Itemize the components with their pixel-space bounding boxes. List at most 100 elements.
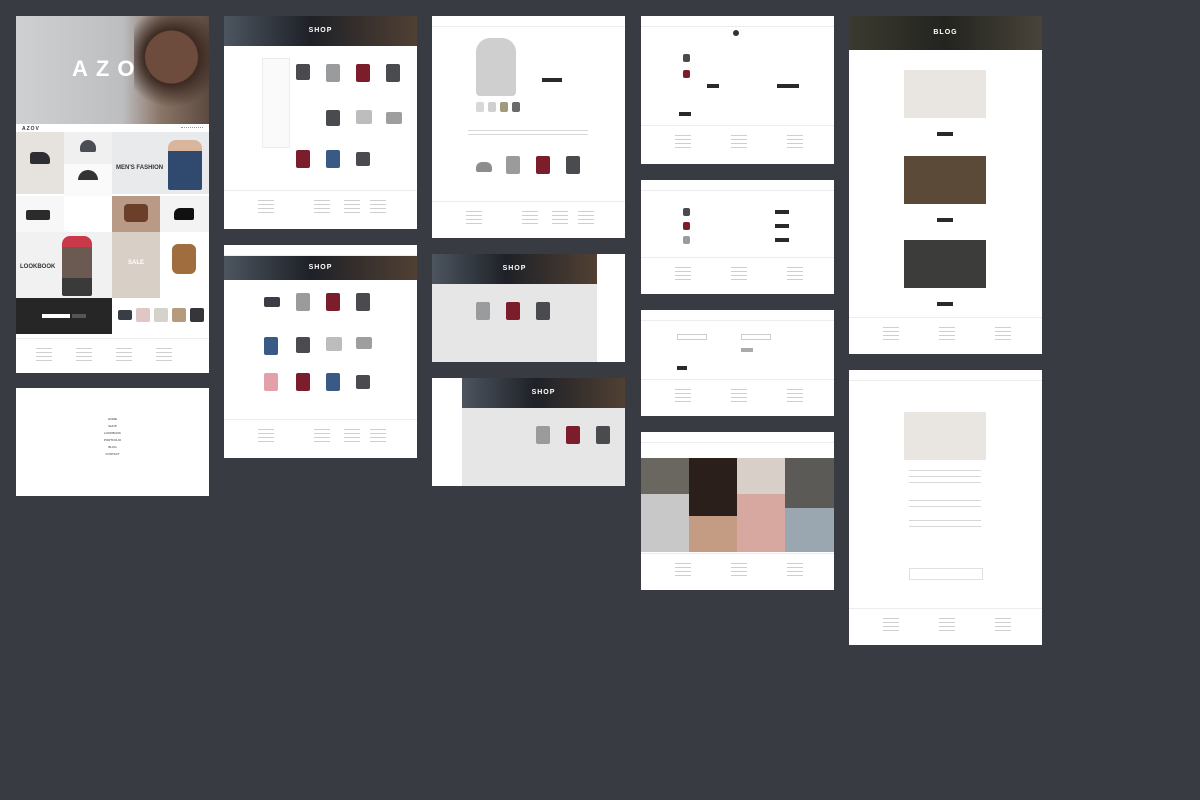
product-thumb[interactable] — [356, 110, 372, 124]
menu-item-portfolio[interactable]: PORTFOLIO — [16, 437, 209, 444]
product-thumb[interactable] — [296, 150, 310, 168]
newsletter-input[interactable] — [42, 314, 70, 318]
product-thumb[interactable] — [536, 426, 550, 444]
shop-filter-sidebar[interactable] — [262, 58, 290, 148]
portfolio-photo[interactable] — [641, 458, 689, 494]
blog-post-board[interactable] — [849, 370, 1042, 645]
portfolio-photo[interactable] — [785, 458, 834, 508]
related-product[interactable] — [506, 156, 520, 174]
product-thumb[interactable] — [296, 293, 310, 311]
product-thumb[interactable] — [326, 110, 340, 126]
featured-product[interactable] — [118, 310, 132, 320]
related-product[interactable] — [566, 156, 580, 174]
add-to-cart-button[interactable] — [775, 224, 789, 228]
tile-gloves[interactable] — [112, 196, 160, 232]
tile-lookbook[interactable]: LOOKBOOK — [16, 232, 112, 298]
related-product[interactable] — [536, 156, 550, 174]
product-thumb[interactable] — [596, 426, 610, 444]
product-thumb[interactable] — [326, 337, 342, 351]
register-button[interactable] — [741, 348, 753, 352]
account-board[interactable] — [641, 310, 834, 416]
product-thumb[interactable] — [264, 297, 280, 307]
update-cart-button[interactable] — [707, 84, 719, 88]
blog-post-image[interactable] — [904, 240, 986, 288]
add-to-cart-button[interactable] — [542, 78, 562, 82]
read-more-button[interactable] — [937, 132, 953, 136]
menu-overlay-board[interactable]: HOME SHOP LOOKBOOK PORTFOLIO BLOG CONTAC… — [16, 388, 209, 496]
read-more-button[interactable] — [937, 218, 953, 222]
login-button[interactable] — [677, 366, 687, 370]
register-field[interactable] — [741, 334, 771, 340]
tile-cap[interactable] — [64, 132, 112, 164]
product-thumb[interactable] — [356, 152, 370, 166]
comment-input[interactable] — [909, 568, 983, 580]
product-thumb[interactable] — [264, 337, 278, 355]
product-thumb[interactable] — [326, 150, 340, 168]
portfolio-photo[interactable] — [641, 494, 689, 552]
blog-post-image[interactable] — [904, 156, 986, 204]
portfolio-photo[interactable] — [737, 458, 785, 494]
newsletter-button[interactable] — [72, 314, 86, 318]
product-thumb[interactable] — [326, 64, 340, 82]
menu-item-home[interactable]: HOME — [16, 416, 209, 423]
cart-side-panel[interactable] — [597, 254, 625, 362]
related-product[interactable] — [476, 162, 492, 172]
add-to-cart-button[interactable] — [775, 210, 789, 214]
home-page-board[interactable]: AZOV AZOV MEN'S FASHION LOOKBOOK SALE — [16, 16, 209, 373]
product-thumb[interactable] — [476, 302, 490, 320]
product-thumb[interactable] — [386, 64, 400, 82]
add-to-cart-button[interactable] — [775, 238, 789, 242]
portfolio-board[interactable] — [641, 432, 834, 590]
product-thumb[interactable] — [536, 302, 550, 320]
featured-product[interactable] — [190, 308, 204, 322]
product-thumb[interactable] — [356, 293, 370, 311]
featured-product[interactable] — [172, 308, 186, 322]
shop-cart-panel-board[interactable]: SHOP — [432, 254, 625, 362]
featured-product[interactable] — [154, 308, 168, 322]
checkout-button[interactable] — [777, 84, 799, 88]
portfolio-photo[interactable] — [689, 516, 737, 552]
product-thumb[interactable] — [386, 112, 402, 124]
menu-item-blog[interactable]: BLOG — [16, 444, 209, 451]
tile-shoe[interactable] — [16, 132, 64, 194]
tile-wallet[interactable] — [16, 196, 64, 232]
portfolio-photo[interactable] — [785, 508, 834, 552]
read-more-button[interactable] — [937, 302, 953, 306]
tile-backpack[interactable] — [160, 232, 209, 298]
blog-post-image[interactable] — [904, 70, 986, 118]
product-thumb[interactable] — [326, 293, 340, 311]
product-thumb[interactable] — [326, 373, 340, 391]
portfolio-photo[interactable] — [737, 494, 785, 552]
gallery-thumb[interactable] — [476, 102, 484, 112]
product-thumb[interactable] — [296, 337, 310, 353]
hoodie-image[interactable] — [476, 38, 516, 96]
product-thumb[interactable] — [356, 64, 370, 82]
gallery-thumb[interactable] — [488, 102, 496, 112]
tile-sale[interactable]: SALE — [112, 232, 160, 298]
blog-list-board[interactable]: BLOG — [849, 16, 1042, 354]
home-nav-icons[interactable] — [181, 127, 203, 131]
menu-item-shop[interactable]: SHOP — [16, 423, 209, 430]
filter-drawer-panel[interactable] — [432, 378, 462, 486]
shop-grid-board[interactable]: SHOP — [224, 245, 417, 458]
shop-page-board[interactable]: SHOP — [224, 16, 417, 229]
featured-product[interactable] — [136, 308, 150, 322]
menu-item-lookbook[interactable]: LOOKBOOK — [16, 430, 209, 437]
product-thumb[interactable] — [506, 302, 520, 320]
shop-filter-drawer-board[interactable]: SHOP — [432, 378, 625, 486]
portfolio-photo[interactable] — [689, 458, 737, 516]
proceed-button[interactable] — [679, 112, 691, 116]
product-thumb[interactable] — [356, 337, 372, 349]
menu-item-contact[interactable]: CONTACT — [16, 451, 209, 458]
checkout-board[interactable] — [641, 16, 834, 164]
product-detail-board[interactable] — [432, 16, 625, 238]
tile-heels[interactable] — [160, 196, 209, 232]
tile-umbrella[interactable] — [64, 164, 112, 196]
tile-mens-fashion[interactable]: MEN'S FASHION — [112, 132, 209, 194]
product-thumb[interactable] — [296, 373, 310, 391]
gallery-thumb[interactable] — [512, 102, 520, 112]
login-field[interactable] — [677, 334, 707, 340]
product-thumb[interactable] — [296, 64, 310, 80]
product-thumb[interactable] — [264, 373, 278, 391]
product-thumb[interactable] — [566, 426, 580, 444]
